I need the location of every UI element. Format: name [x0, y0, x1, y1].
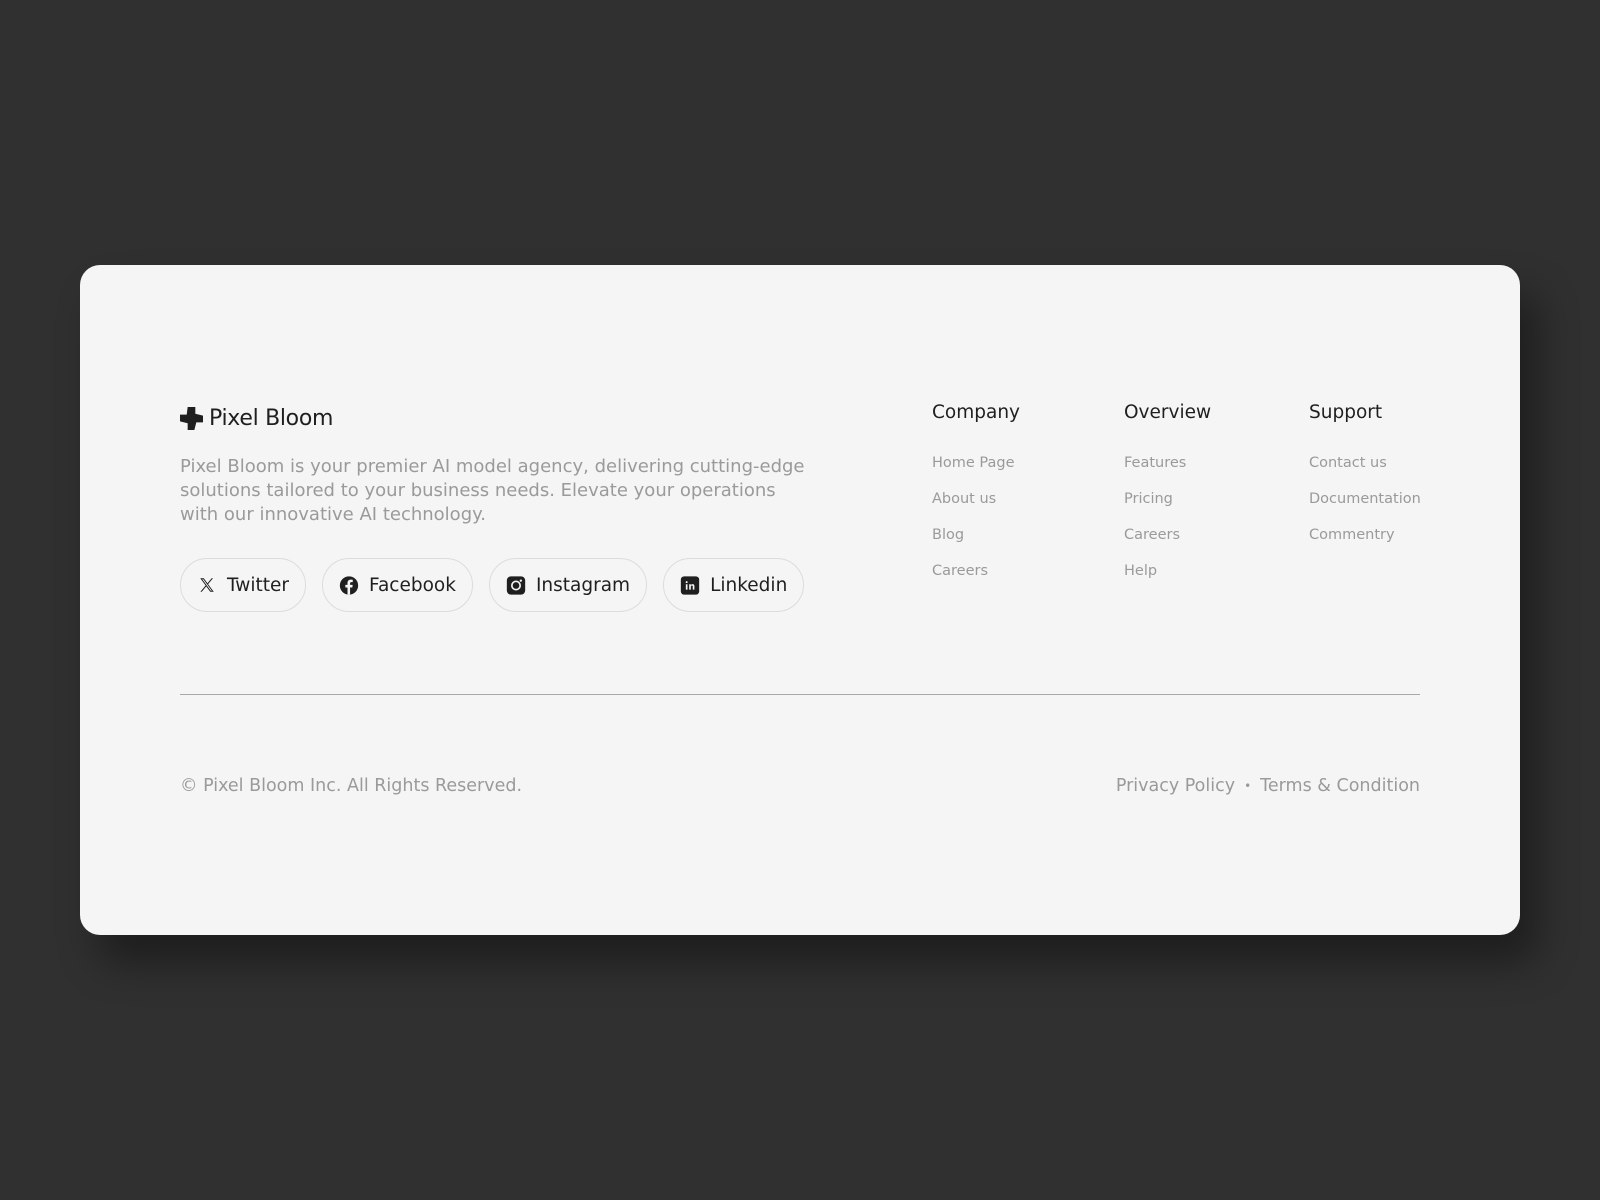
privacy-policy-link[interactable]: Privacy Policy — [1116, 774, 1235, 798]
brand[interactable]: Pixel Bloom — [180, 403, 333, 433]
column-title: Overview — [1124, 402, 1212, 423]
facebook-label: Facebook — [369, 574, 456, 596]
link-contact-us[interactable]: Contact us — [1309, 454, 1421, 472]
link-home-page[interactable]: Home Page — [932, 454, 1020, 472]
link-help[interactable]: Help — [1124, 562, 1211, 580]
divider — [180, 694, 1420, 695]
company-column: Company Home Page About us Blog Careers — [932, 401, 1020, 598]
twitter-button[interactable]: Twitter — [180, 558, 307, 612]
column-title: Company — [932, 402, 1021, 423]
link-pricing[interactable]: Pricing — [1124, 490, 1211, 508]
legal-links: Privacy Policy • Terms & Condition — [1116, 774, 1420, 798]
footer-card: Pixel Bloom Pixel Bloom is your premier … — [80, 265, 1520, 935]
support-column: Support Contact us Documentation Comment… — [1309, 401, 1421, 562]
terms-link[interactable]: Terms & Condition — [1260, 774, 1420, 798]
instagram-icon — [506, 575, 526, 595]
link-commentry[interactable]: Commentry — [1309, 526, 1421, 544]
linkedin-button[interactable]: Linkedin — [663, 558, 805, 612]
link-features[interactable]: Features — [1124, 454, 1211, 472]
social-links: Twitter Facebook Instagram Linkedin — [180, 558, 805, 612]
brand-tagline: Pixel Bloom is your premier AI model age… — [180, 456, 805, 525]
link-careers[interactable]: Careers — [1124, 526, 1211, 544]
facebook-button[interactable]: Facebook — [322, 558, 473, 612]
link-careers[interactable]: Careers — [932, 562, 1020, 580]
brand-name: Pixel Bloom — [209, 405, 334, 431]
linkedin-icon — [680, 575, 700, 595]
logo-icon — [180, 406, 203, 430]
link-documentation[interactable]: Documentation — [1309, 490, 1421, 508]
link-blog[interactable]: Blog — [932, 526, 1020, 544]
link-about-us[interactable]: About us — [932, 490, 1020, 508]
separator-dot: • — [1244, 779, 1252, 793]
copyright-text: © Pixel Bloom Inc. All Rights Reserved. — [180, 776, 523, 796]
twitter-label: Twitter — [227, 574, 290, 596]
instagram-label: Instagram — [535, 574, 631, 596]
x-twitter-icon — [197, 575, 217, 595]
overview-column: Overview Features Pricing Careers Help — [1124, 401, 1211, 598]
facebook-icon — [339, 575, 359, 595]
column-title: Support — [1309, 402, 1383, 423]
linkedin-label: Linkedin — [710, 574, 788, 596]
instagram-button[interactable]: Instagram — [488, 558, 648, 612]
